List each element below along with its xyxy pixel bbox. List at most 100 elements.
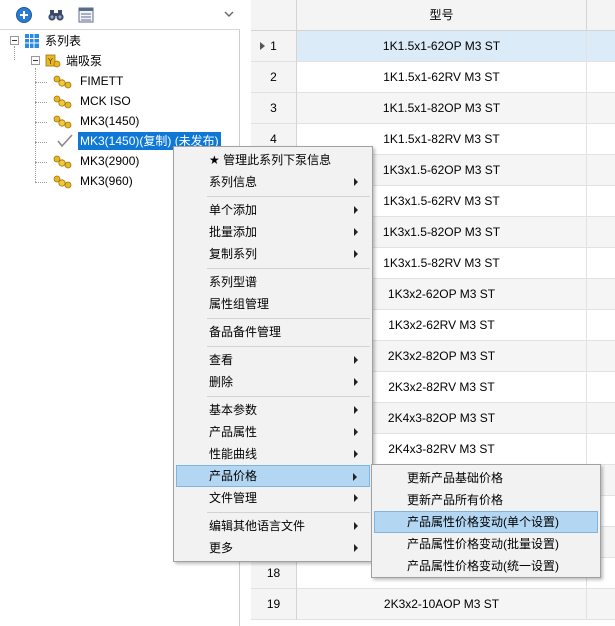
menu-item[interactable]: 产品价格 <box>176 465 370 487</box>
column-header-model[interactable]: 型号 <box>297 0 587 31</box>
empty-cell[interactable] <box>587 434 615 465</box>
submenu-item[interactable]: 产品属性价格变动(批量设置) <box>374 533 598 555</box>
empty-cell[interactable] <box>587 124 615 155</box>
checkmark-icon <box>48 133 78 149</box>
tree-item-mk3-2900[interactable]: MK3(2900) <box>48 151 141 171</box>
list-icon[interactable] <box>76 5 96 25</box>
empty-cell[interactable] <box>587 31 615 62</box>
tree-item-mk3-960[interactable]: MK3(960) <box>48 171 135 191</box>
menu-item-label: 复制系列 <box>209 247 258 261</box>
empty-cell[interactable] <box>587 217 615 248</box>
row-number[interactable]: 2 <box>251 62 297 93</box>
menu-item[interactable]: 性能曲线 <box>176 443 370 465</box>
menu-separator <box>207 396 370 397</box>
menu-item[interactable]: 属性组管理 <box>176 293 370 315</box>
chevron-down-icon[interactable] <box>222 6 236 22</box>
empty-cell[interactable] <box>587 186 615 217</box>
menu-separator <box>207 268 370 269</box>
grid-corner[interactable] <box>251 0 297 31</box>
submenu-arrow-icon <box>353 473 357 481</box>
menu-item[interactable]: 编辑其他语言文件 <box>176 515 370 537</box>
tree-connector <box>35 122 47 123</box>
empty-cell[interactable] <box>587 403 615 434</box>
menu-item-label: 更多 <box>209 541 234 555</box>
menu-separator <box>207 196 370 197</box>
model-cell[interactable]: 1K1.5x1-62RV M3 ST <box>297 62 587 93</box>
tree-item-label: MCK ISO <box>80 94 131 108</box>
submenu-arrow-icon <box>354 450 358 458</box>
tree-item-mck-iso[interactable]: MCK ISO <box>48 91 133 111</box>
submenu-item[interactable]: 更新产品基础价格 <box>374 467 598 489</box>
model-cell[interactable]: 1K1.5x1-62OP M3 ST <box>297 31 587 62</box>
menu-item[interactable]: 删除 <box>176 371 370 393</box>
empty-cell[interactable] <box>587 589 615 620</box>
empty-cell[interactable] <box>587 155 615 186</box>
menu-item[interactable]: 复制系列 <box>176 243 370 265</box>
table-grid-icon <box>24 33 40 49</box>
tree-item-mk3-1450[interactable]: MK3(1450) <box>48 111 141 131</box>
add-icon[interactable] <box>14 5 34 25</box>
tree-root-node[interactable]: 系列表 <box>24 31 83 51</box>
menu-item-label: 属性组管理 <box>209 297 270 311</box>
empty-cell[interactable] <box>587 248 615 279</box>
tree-item-label: MK3(1450) <box>80 114 140 128</box>
pump-group-icon: Y <box>45 53 61 69</box>
menu-item[interactable]: 系列型谱 <box>176 271 370 293</box>
submenu-item[interactable]: 产品属性价格变动(统一设置) <box>374 555 598 577</box>
tree-toolbar <box>0 0 240 30</box>
submenu-item[interactable]: 更新产品所有价格 <box>374 489 598 511</box>
menu-separator <box>207 346 370 347</box>
empty-cell[interactable] <box>587 279 615 310</box>
empty-cell[interactable] <box>587 310 615 341</box>
row-number[interactable]: 18 <box>251 558 297 589</box>
menu-item[interactable]: 单个添加 <box>176 199 370 221</box>
menu-item-label: 备品备件管理 <box>209 325 282 339</box>
binoculars-icon[interactable] <box>46 5 66 25</box>
tree-group-node[interactable]: Y 端吸泵 <box>45 51 104 71</box>
menu-item-label: 产品价格 <box>209 469 258 483</box>
tree-item-label: MK3(960) <box>80 174 133 188</box>
menu-item[interactable]: 更多 <box>176 537 370 559</box>
menu-item[interactable]: 文件管理 <box>176 487 370 509</box>
series-icon <box>48 73 78 89</box>
menu-item[interactable]: 查看 <box>176 349 370 371</box>
model-cell[interactable]: 1K1.5x1-82OP M3 ST <box>297 93 587 124</box>
svg-text:Y: Y <box>47 57 53 66</box>
collapse-toggle[interactable] <box>10 36 19 45</box>
menu-item[interactable]: 基本参数 <box>176 399 370 421</box>
row-number[interactable]: 3 <box>251 93 297 124</box>
menu-item-label: 编辑其他语言文件 <box>209 519 306 533</box>
menu-item-label: 产品属性 <box>209 425 258 439</box>
table-row[interactable]: 19 2K3x2-10AOP M3 ST <box>251 589 615 620</box>
submenu-item[interactable]: 产品属性价格变动(单个设置) <box>374 511 598 533</box>
menu-item[interactable]: ★ 管理此系列下泵信息 <box>176 149 370 171</box>
collapse-toggle[interactable] <box>31 56 40 65</box>
menu-item-label: 删除 <box>209 375 234 389</box>
empty-cell[interactable] <box>587 62 615 93</box>
table-row[interactable]: 3 1K1.5x1-82OP M3 ST <box>251 93 615 124</box>
series-icon <box>48 113 78 129</box>
table-row[interactable]: 1 1K1.5x1-62OP M3 ST <box>251 31 615 62</box>
menu-separator <box>207 512 370 513</box>
menu-item-label: 文件管理 <box>209 491 258 505</box>
tree-item-fimett[interactable]: FIMETT <box>48 71 125 91</box>
table-row[interactable]: 2 1K1.5x1-62RV M3 ST <box>251 62 615 93</box>
row-number[interactable]: 19 <box>251 589 297 620</box>
tree-group-label: 端吸泵 <box>66 54 103 68</box>
menu-item[interactable]: 备品备件管理 <box>176 321 370 343</box>
menu-item-label: 系列型谱 <box>209 275 258 289</box>
series-icon <box>48 93 78 109</box>
menu-item[interactable]: 产品属性 <box>176 421 370 443</box>
menu-item-label: 系列信息 <box>209 175 258 189</box>
menu-item[interactable]: 批量添加 <box>176 221 370 243</box>
submenu-arrow-icon <box>354 494 358 502</box>
row-number[interactable]: 1 <box>251 31 297 62</box>
tree-connector <box>35 68 36 182</box>
empty-cell[interactable] <box>587 372 615 403</box>
submenu-arrow-icon <box>354 228 358 236</box>
menu-item[interactable]: 系列信息 <box>176 171 370 193</box>
empty-cell[interactable] <box>587 341 615 372</box>
empty-cell[interactable] <box>587 93 615 124</box>
model-cell[interactable]: 2K3x2-10AOP M3 ST <box>297 589 587 620</box>
menu-item-label: ★ 管理此系列下泵信息 <box>209 153 332 167</box>
